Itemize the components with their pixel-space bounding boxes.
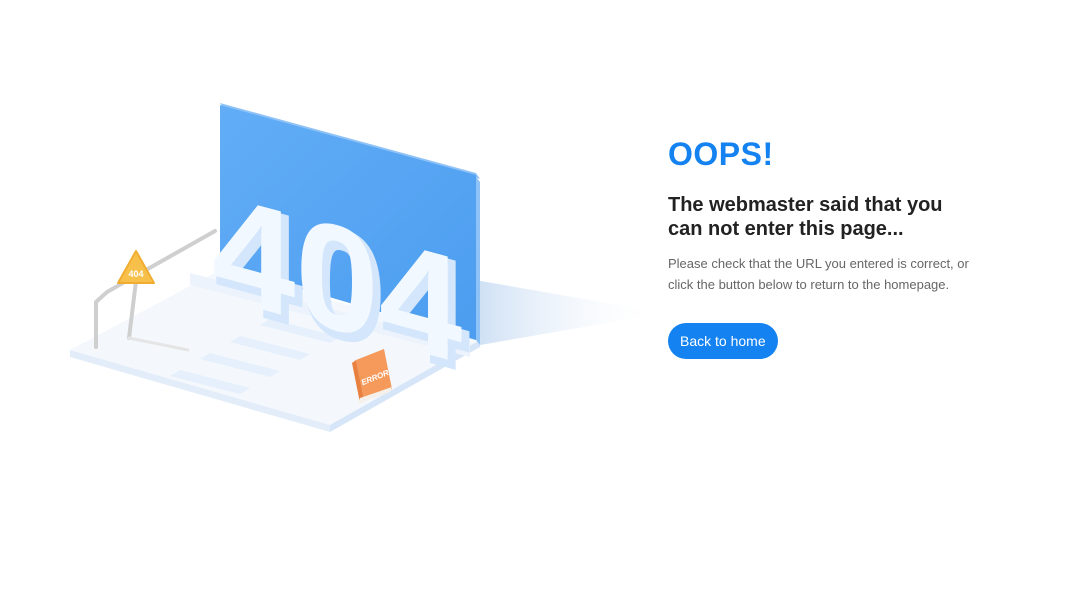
error-headline: The webmaster said that you can not ente…: [668, 194, 943, 240]
error-message-panel: OOPS! The webmaster said that you can no…: [668, 135, 1058, 359]
404-laptop-illustration: 404 404 404 ERROR: [60, 95, 680, 440]
not-found-page: 404 404 404 ERROR OOPS! The webmaster sa…: [0, 0, 1080, 591]
back-to-home-button[interactable]: Back to home: [668, 323, 778, 359]
error-info-text: Please check that the URL you entered is…: [668, 256, 969, 292]
warning-sign-text: 404: [128, 269, 143, 279]
light-beam: [475, 280, 665, 345]
oops-title: OOPS!: [668, 136, 774, 172]
